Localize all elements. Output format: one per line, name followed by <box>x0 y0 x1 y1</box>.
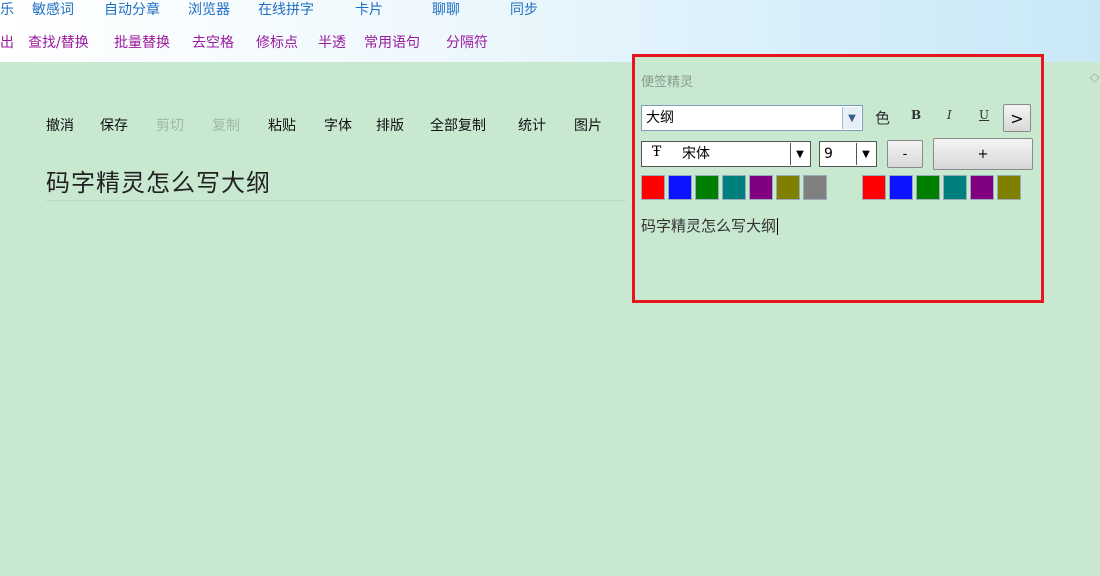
menu-item-sync[interactable]: 同步 <box>510 0 538 20</box>
menu-item-fix-punctuation[interactable]: 修标点 <box>256 33 298 53</box>
decrease-size-button[interactable]: - <box>887 140 923 168</box>
copy-button[interactable]: 复制 <box>212 116 240 136</box>
menu-item-batch-replace[interactable]: 批量替换 <box>114 33 170 53</box>
menu-item-chat[interactable]: 聊聊 <box>432 0 460 20</box>
menu-item-sensitive-words[interactable]: 敏感词 <box>32 0 74 20</box>
category-select-value: 大纲 <box>646 110 674 126</box>
menu-item-common-phrases[interactable]: 常用语句 <box>364 33 420 53</box>
background-color-swatch[interactable] <box>970 175 994 200</box>
document-title[interactable]: 码字精灵怎么写大纲 <box>46 163 271 198</box>
text-color-swatch[interactable] <box>695 175 719 200</box>
collapse-arrow-icon[interactable]: ◇ <box>1090 71 1099 83</box>
panel-title: 便签精灵 <box>641 75 694 90</box>
note-text-area[interactable]: 码字精灵怎么写大纲 <box>641 215 779 236</box>
next-button[interactable]: > <box>1003 104 1031 132</box>
menu-item-translucent[interactable]: 半透 <box>318 33 346 53</box>
cut-button[interactable]: 剪切 <box>156 116 184 136</box>
increase-size-button[interactable]: + <box>933 138 1033 170</box>
sticky-note-panel: 便签精灵 大纲 ▼ 色 B I U > Ŧ 宋体 ▼ 9 ▼ - + 码字精灵怎… <box>632 54 1044 303</box>
category-select[interactable]: 大纲 ▼ <box>641 105 863 131</box>
color-button[interactable]: 色 <box>875 107 890 128</box>
title-divider <box>46 200 626 201</box>
menu-item-export[interactable]: 出 <box>0 33 14 53</box>
paste-button[interactable]: 粘贴 <box>268 116 296 136</box>
chevron-down-icon[interactable]: ▼ <box>842 107 861 129</box>
italic-button[interactable]: I <box>947 108 952 122</box>
size-select[interactable]: 9 ▼ <box>819 141 877 167</box>
chevron-right-icon: > <box>1010 108 1024 128</box>
font-select[interactable]: Ŧ 宋体 ▼ <box>641 141 811 167</box>
menu-item-cards[interactable]: 卡片 <box>355 0 383 20</box>
background-color-swatch[interactable] <box>889 175 913 200</box>
background-color-swatch[interactable] <box>916 175 940 200</box>
text-color-swatch[interactable] <box>749 175 773 200</box>
font-button[interactable]: 字体 <box>324 116 352 136</box>
chevron-down-icon[interactable]: ▼ <box>790 143 809 165</box>
menu-item-browser[interactable]: 浏览器 <box>188 0 230 20</box>
menu-item-find-replace[interactable]: 查找/替换 <box>28 33 89 53</box>
menu-item-music[interactable]: 乐 <box>0 0 14 20</box>
text-color-swatch[interactable] <box>776 175 800 200</box>
text-caret <box>777 218 779 235</box>
text-color-swatch[interactable] <box>641 175 665 200</box>
menu-item-online-spell[interactable]: 在线拼字 <box>258 0 314 20</box>
background-color-swatch[interactable] <box>862 175 886 200</box>
menu-item-separator[interactable]: 分隔符 <box>446 33 488 53</box>
background-color-swatch[interactable] <box>997 175 1021 200</box>
size-select-value: 9 <box>824 146 833 162</box>
image-button[interactable]: 图片 <box>574 116 602 136</box>
layout-button[interactable]: 排版 <box>376 116 404 136</box>
background-color-swatch[interactable] <box>943 175 967 200</box>
copy-all-button[interactable]: 全部复制 <box>430 116 486 136</box>
menu-item-auto-chapter[interactable]: 自动分章 <box>104 0 160 20</box>
font-select-value: 宋体 <box>682 146 710 162</box>
menu-item-remove-spaces[interactable]: 去空格 <box>192 33 234 53</box>
chevron-down-icon[interactable]: ▼ <box>856 143 875 165</box>
top-menu-area: 乐 敏感词 自动分章 浏览器 在线拼字 卡片 聊聊 同步 出 查找/替换 批量替… <box>0 0 1100 62</box>
text-color-swatch[interactable] <box>668 175 692 200</box>
underline-button[interactable]: U <box>979 108 989 122</box>
undo-button[interactable]: 撤消 <box>46 116 74 136</box>
text-color-swatch[interactable] <box>803 175 827 200</box>
font-type-icon: Ŧ <box>652 144 662 160</box>
note-text: 码字精灵怎么写大纲 <box>641 217 777 235</box>
text-color-swatch[interactable] <box>722 175 746 200</box>
bold-button[interactable]: B <box>911 108 921 122</box>
stats-button[interactable]: 统计 <box>518 116 546 136</box>
save-button[interactable]: 保存 <box>100 116 128 136</box>
